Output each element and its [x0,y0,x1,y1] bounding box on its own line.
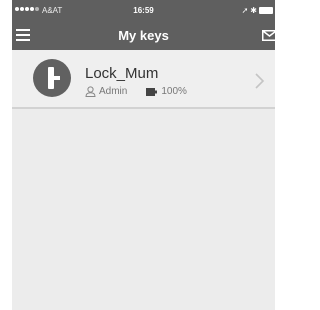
battery-level-icon [146,87,158,96]
mail-icon[interactable] [262,30,275,41]
status-bar: A&AT 16:59 ➚ ✱ [12,0,275,22]
key-name: Lock_Mum [85,65,159,82]
app-screen: A&AT 16:59 ➚ ✱ My keys Lock_Mum Admin 10… [12,0,275,310]
key-role: Admin [99,86,128,97]
page-title: My keys [118,28,169,43]
user-icon [85,86,96,97]
key-meta: Admin 100% [85,86,187,97]
chevron-right-icon[interactable] [255,73,265,89]
status-icons: ➚ ✱ [242,6,273,15]
battery-icon [259,7,273,14]
location-icon: ➚ [241,6,249,15]
lock-icon [33,59,71,97]
key-list-item[interactable]: Lock_Mum Admin 100% [12,50,275,109]
header: A&AT 16:59 ➚ ✱ My keys [12,0,275,50]
battery-level: 100% [161,86,187,97]
status-time: 16:59 [133,6,154,15]
bluetooth-icon: ✱ [250,6,257,15]
